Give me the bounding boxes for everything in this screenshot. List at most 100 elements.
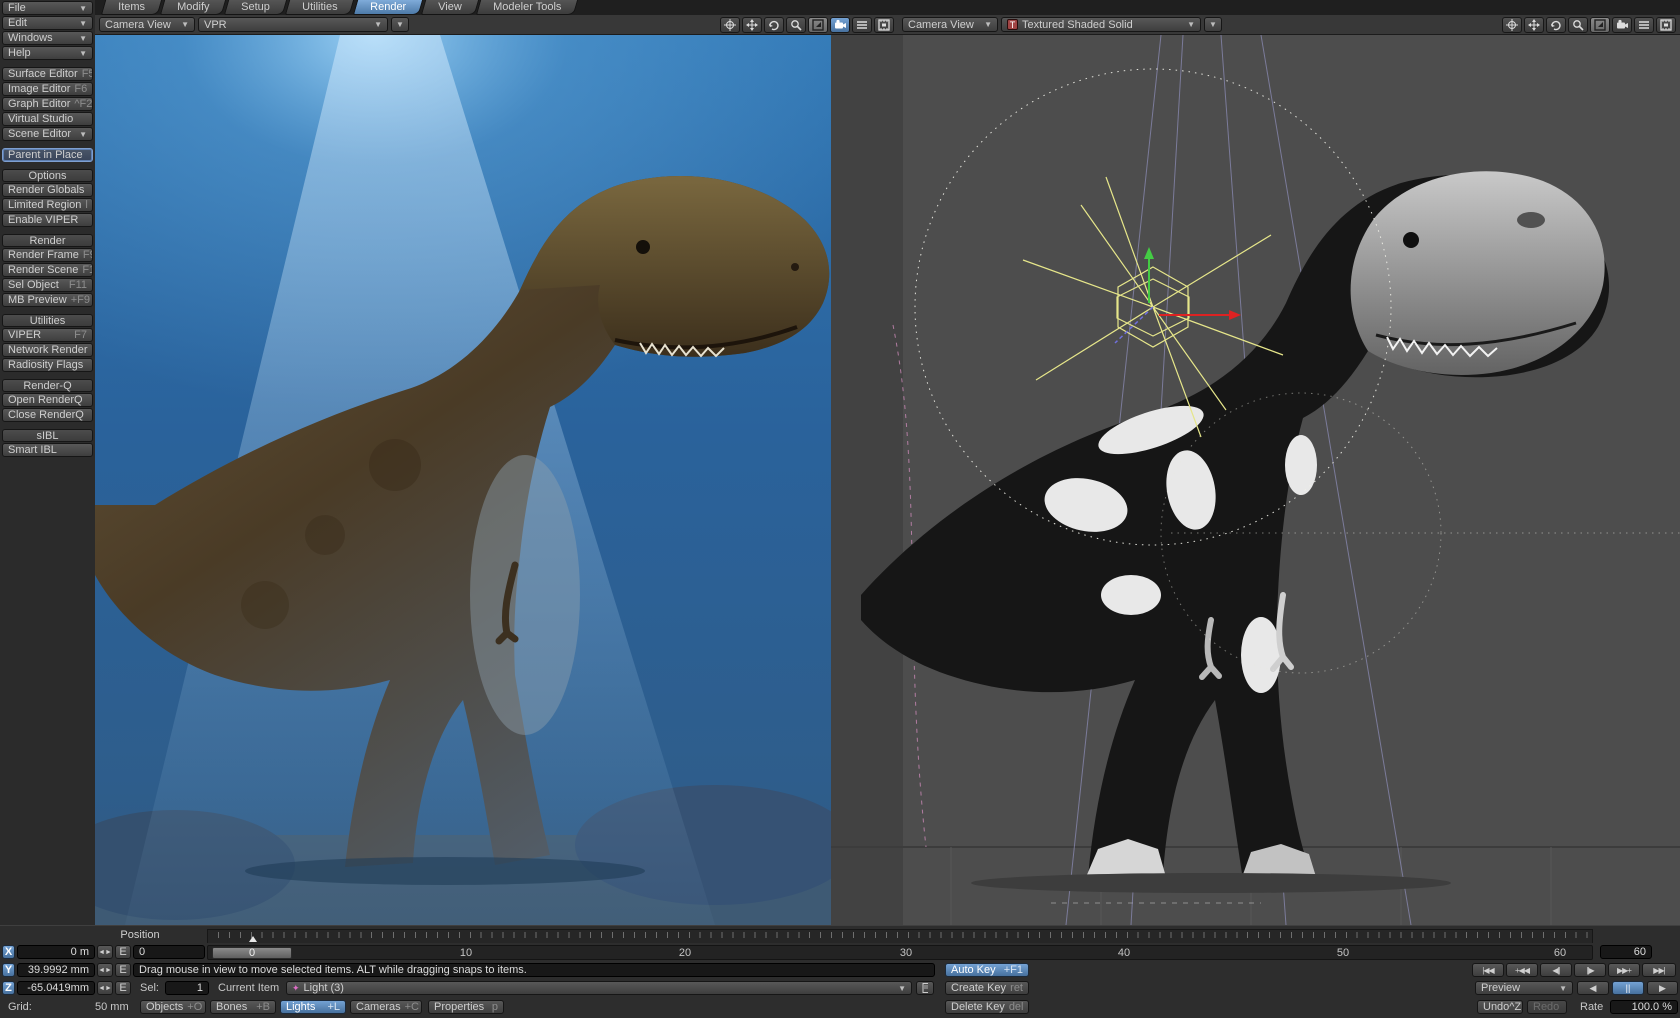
z-channel-toggle[interactable]: Z [2,981,15,995]
x-value-field[interactable]: 0 m [17,945,95,959]
rotate-view-icon[interactable] [1546,17,1566,33]
parent-in-place-button[interactable]: Parent in Place [2,148,93,162]
tab-setup[interactable]: Setup [224,0,287,15]
film-save-icon[interactable] [874,17,894,33]
right-render-mode-dropdown[interactable]: TTextured Shaded Solid▼ [1001,17,1201,32]
network-render-button[interactable]: Network Render [2,343,93,357]
windows-menu[interactable]: Windows▼ [2,31,93,45]
y-envelope-button[interactable]: E [115,963,131,977]
viper-button[interactable]: VIPERF7 [2,328,93,342]
right-view-mode-dropdown[interactable]: Camera View▼ [902,17,998,32]
tab-view[interactable]: View [420,0,478,15]
tab-modify[interactable]: Modify [160,0,227,15]
go-to-end-button[interactable]: ▶▶| [1642,963,1676,977]
prev-key-button[interactable]: +◀◀ [1506,963,1538,977]
y-value-field[interactable]: 39.9992 mm [17,963,95,977]
smart-ibl-button[interactable]: Smart IBL [2,443,93,457]
help-menu[interactable]: Help▼ [2,46,93,60]
left-view-mode-dropdown[interactable]: Camera View▼ [99,17,195,32]
tab-utilities[interactable]: Utilities [285,0,355,15]
menu-lines-icon[interactable] [852,17,872,33]
limited-region-button[interactable]: Limited Regionl [2,198,93,212]
redo-button[interactable]: Redo [1527,1000,1567,1014]
chevron-down-icon: ▼ [79,19,87,28]
maximize-viewport-icon[interactable] [808,17,828,33]
pause-button[interactable]: || [1612,981,1644,995]
move-view-icon[interactable] [1502,17,1522,33]
zoom-view-icon[interactable] [1568,17,1588,33]
step-forward-button[interactable]: ||▶ [1574,963,1606,977]
graph-editor-button[interactable]: Graph Editor^F2 [2,97,93,111]
frame-slider[interactable]: 0 10 20 30 40 50 60 [207,945,1593,960]
lightwave-layout-window: File▼ Edit▼ Windows▼ Help▼ Surface Edito… [0,0,1680,1018]
frame-slider-handle[interactable]: 0 [212,947,292,959]
pan-view-icon[interactable] [1524,17,1544,33]
tab-render[interactable]: Render [352,0,422,15]
render-globals-button[interactable]: Render Globals [2,183,93,197]
x-channel-toggle[interactable]: X [2,945,15,959]
vpr-viewport-canvas[interactable] [95,35,831,925]
rate-value-field[interactable]: 100.0 % [1610,1000,1678,1014]
step-back-button[interactable]: ◀|| [1540,963,1572,977]
camera-icon[interactable] [1612,17,1632,33]
tab-modeler-tools[interactable]: Modeler Tools [476,0,579,15]
ruler-tick-label: 20 [679,947,691,959]
objects-mode-button[interactable]: Objects+O [140,1000,206,1014]
play-reverse-button[interactable]: ◀ [1577,981,1609,995]
left-viewport-header: Camera View▼ VPR▼ ▼ [95,15,898,34]
film-save-icon[interactable] [1656,17,1676,33]
rotate-view-icon[interactable] [764,17,784,33]
mb-preview-button[interactable]: MB Preview+F9 [2,293,93,307]
image-editor-button[interactable]: Image EditorF6 [2,82,93,96]
undo-button[interactable]: Undo^Z [1477,1000,1523,1014]
enable-viper-button[interactable]: Enable VIPER [2,213,93,227]
maximize-viewport-icon[interactable] [1590,17,1610,33]
timeline-ruler[interactable] [207,929,1593,943]
lights-mode-button[interactable]: Lights+L [280,1000,346,1014]
properties-button[interactable]: Propertiesp [428,1000,504,1014]
pan-view-icon[interactable] [742,17,762,33]
sel-object-button[interactable]: Sel ObjectF11 [2,278,93,292]
go-to-start-button[interactable]: |◀◀ [1472,963,1504,977]
z-value-field[interactable]: -65.0419mm [17,981,95,995]
chevron-down-icon: ▼ [79,49,87,58]
y-channel-toggle[interactable]: Y [2,963,15,977]
tab-items[interactable]: Items [101,0,162,15]
y-nudge-control[interactable]: ◄► [97,963,113,977]
file-menu[interactable]: File▼ [2,1,93,15]
z-envelope-button[interactable]: E [115,981,131,995]
start-frame-field[interactable]: 0 [133,945,205,959]
scene-editor-button[interactable]: Scene Editor▼ [2,127,93,141]
x-nudge-control[interactable]: ◄► [97,945,113,959]
left-viewport-options-dropdown[interactable]: ▼ [391,17,409,32]
open-renderq-button[interactable]: Open RenderQ [2,393,93,407]
x-envelope-button[interactable]: E [115,945,131,959]
surface-editor-button[interactable]: Surface EditorF5 [2,67,93,81]
next-key-button[interactable]: ▶▶+ [1608,963,1640,977]
right-viewport-options-dropdown[interactable]: ▼ [1204,17,1222,32]
move-view-icon[interactable] [720,17,740,33]
delete-key-button[interactable]: Delete Keydel [945,1000,1029,1014]
bones-mode-button[interactable]: Bones+B [210,1000,276,1014]
item-properties-mini-button[interactable] [916,981,934,995]
play-forward-button[interactable]: ▶ [1647,981,1678,995]
render-scene-button[interactable]: Render SceneF10 [2,263,93,277]
radiosity-flags-button[interactable]: Radiosity Flags [2,358,93,372]
render-frame-button[interactable]: Render FrameF9 [2,248,93,262]
end-frame-field[interactable]: 60 [1600,945,1652,959]
cameras-mode-button[interactable]: Cameras+C [350,1000,422,1014]
create-key-button[interactable]: Create Keyret [945,981,1029,995]
current-item-dropdown[interactable]: ✦Light (3)▼ [286,981,912,995]
position-group-label[interactable]: Position [70,929,210,941]
menu-lines-icon[interactable] [1634,17,1654,33]
auto-key-button[interactable]: Auto Key+F1 [945,963,1029,977]
edit-menu[interactable]: Edit▼ [2,16,93,30]
z-nudge-control[interactable]: ◄► [97,981,113,995]
opengl-viewport-canvas[interactable] [831,35,1680,925]
preview-dropdown[interactable]: Preview▼ [1475,981,1573,995]
close-renderq-button[interactable]: Close RenderQ [2,408,93,422]
camera-icon[interactable] [830,17,850,33]
virtual-studio-button[interactable]: Virtual Studio [2,112,93,126]
left-render-mode-dropdown[interactable]: VPR▼ [198,17,388,32]
zoom-view-icon[interactable] [786,17,806,33]
